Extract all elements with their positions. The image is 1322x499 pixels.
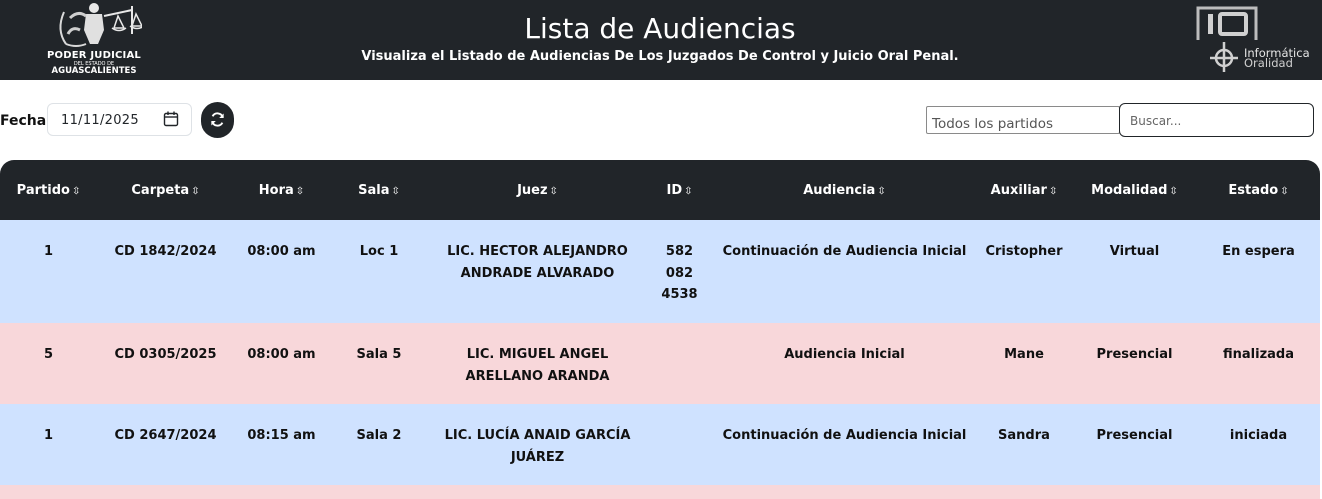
col-header-estado[interactable]: Estado ⇳ <box>1197 160 1320 220</box>
cell-juez: LIC. HECTOR ALEJANDRO ANDRADE ALVARADO <box>447 244 628 281</box>
fecha-label: Fecha: <box>0 113 52 129</box>
cell-auxiliar: Sandra <box>998 428 1050 443</box>
cell-estado: iniciada <box>1229 428 1288 443</box>
cell-id <box>646 323 713 404</box>
cell-hora: 08:15 am <box>247 428 316 443</box>
cell-modalidad: Virtual <box>1109 244 1160 259</box>
cell-auxiliar: Cristopher <box>985 244 1063 259</box>
sort-icon: ⇳ <box>1280 185 1289 197</box>
calendar-icon[interactable] <box>163 111 179 127</box>
search-input[interactable] <box>1130 112 1305 130</box>
table-row[interactable]: 1 CD 1842/2024 08:00 am Loc 1 LIC. HECTO… <box>0 220 1320 323</box>
audiencias-table: Partido ⇳ Carpeta ⇳ Hora ⇳ Sala ⇳ Juez ⇳ ID ⇳ … <box>0 160 1320 499</box>
cell-id: 582 082 4538 <box>661 244 698 302</box>
sort-icon: ⇳ <box>1169 185 1178 197</box>
col-header-carpeta[interactable]: Carpeta ⇳ <box>97 160 234 220</box>
sort-icon: ⇳ <box>391 185 400 197</box>
table-header-row: Partido ⇳ Carpeta ⇳ Hora ⇳ Sala ⇳ Juez ⇳ ID ⇳ … <box>0 160 1320 220</box>
col-header-audiencia[interactable]: Audiencia ⇳ <box>713 160 976 220</box>
table-row[interactable] <box>0 485 1320 499</box>
table-row[interactable]: 5 CD 0305/2025 08:00 am Sala 5 LIC. MIGU… <box>0 323 1320 404</box>
informatica-oralidad-logo: Informática Oralidad <box>1190 2 1318 78</box>
page-subtitle: Visualiza el Listado de Audiencias De Lo… <box>361 49 959 64</box>
audiencias-table-container: Partido ⇳ Carpeta ⇳ Hora ⇳ Sala ⇳ Juez ⇳ ID ⇳ … <box>0 160 1320 499</box>
sort-icon: ⇳ <box>877 185 886 197</box>
sort-icon: ⇳ <box>295 185 305 197</box>
col-header-id[interactable]: ID ⇳ <box>646 160 713 220</box>
cell-audiencia: Continuación de Audiencia Inicial <box>722 428 967 443</box>
logo-oralidad-text: Oralidad <box>1244 56 1293 70</box>
cell-carpeta: CD 0305/2025 <box>114 347 217 362</box>
sort-icon: ⇳ <box>71 185 81 197</box>
refresh-button[interactable] <box>201 102 234 138</box>
cell-carpeta: CD 1842/2024 <box>114 244 217 259</box>
cell-estado: finalizada <box>1223 347 1294 362</box>
table-row[interactable]: 1 CD 2647/2024 08:15 am Sala 2 LIC. LUCÍ… <box>0 404 1320 485</box>
col-header-juez[interactable]: Juez ⇳ <box>429 160 646 220</box>
cell-estado: En espera <box>1222 244 1295 259</box>
sort-icon: ⇳ <box>1048 185 1058 197</box>
cell-juez: LIC. LUCÍA ANAID GARCÍA JUÁREZ <box>444 428 631 465</box>
cell-modalidad: Presencial <box>1096 428 1173 443</box>
cell-partido: 1 <box>43 244 54 259</box>
date-value: 11/11/2025 <box>61 113 139 128</box>
col-header-hora[interactable]: Hora ⇳ <box>234 160 329 220</box>
partido-select-value: Todos los partidos <box>932 116 1053 132</box>
cell-partido: 1 <box>43 428 54 443</box>
cell-sala: Loc 1 <box>359 244 399 259</box>
cell-hora: 08:00 am <box>247 347 316 362</box>
cell-modalidad: Presencial <box>1096 347 1173 362</box>
cell-audiencia: Continuación de Audiencia Inicial <box>722 244 967 259</box>
col-header-modalidad[interactable]: Modalidad ⇳ <box>1072 160 1197 220</box>
page-title: Lista de Audiencias <box>524 12 796 45</box>
cell-audiencia: Audiencia Inicial <box>784 347 905 362</box>
cell-sala: Sala 5 <box>356 347 402 362</box>
page-header: PODER JUDICIAL DEL ESTADO DE AGUASCALIEN… <box>0 0 1322 80</box>
col-header-partido[interactable]: Partido ⇳ <box>0 160 97 220</box>
date-input[interactable]: 11/11/2025 <box>47 103 192 136</box>
col-header-auxiliar[interactable]: Auxiliar ⇳ <box>976 160 1072 220</box>
sort-icon: ⇳ <box>684 185 693 197</box>
cell-juez: LIC. MIGUEL ANGEL ARELLANO ARANDA <box>465 347 610 384</box>
logo-line-3: AGUASCALIENTES <box>51 66 137 76</box>
sort-icon: ⇳ <box>191 185 200 197</box>
search-box[interactable] <box>1119 103 1314 137</box>
cell-partido: 5 <box>43 347 54 362</box>
cell-sala: Sala 2 <box>356 428 402 443</box>
sort-icon: ⇳ <box>549 185 558 197</box>
col-header-sala[interactable]: Sala ⇳ <box>329 160 429 220</box>
refresh-icon <box>211 112 224 127</box>
cell-hora: 08:00 am <box>247 244 316 259</box>
partido-select[interactable]: Todos los partidos <box>926 106 1120 134</box>
cell-auxiliar: Mane <box>1004 347 1044 362</box>
cell-carpeta: CD 2647/2024 <box>114 428 217 443</box>
cell-id <box>646 404 713 485</box>
